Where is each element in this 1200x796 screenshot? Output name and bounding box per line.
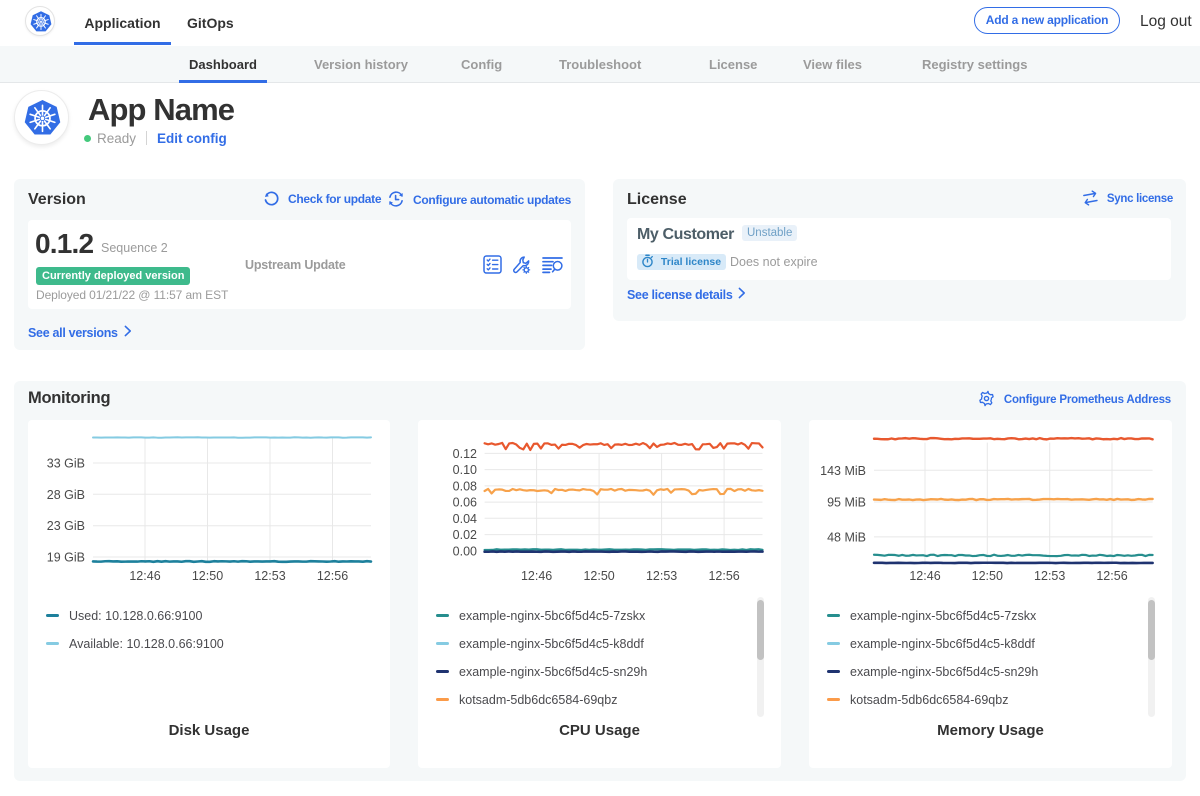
svg-text:143 MiB: 143 MiB bbox=[820, 464, 866, 478]
svg-text:0.06: 0.06 bbox=[453, 496, 477, 510]
svg-text:12:50: 12:50 bbox=[583, 569, 614, 583]
svg-text:12:50: 12:50 bbox=[972, 569, 1003, 583]
svg-text:0.02: 0.02 bbox=[453, 528, 477, 542]
svg-text:12:46: 12:46 bbox=[129, 569, 160, 583]
svg-text:48 MiB: 48 MiB bbox=[827, 530, 866, 544]
svg-text:0.00: 0.00 bbox=[453, 544, 477, 558]
svg-text:12:53: 12:53 bbox=[646, 569, 677, 583]
svg-text:12:56: 12:56 bbox=[708, 569, 739, 583]
svg-text:95 MiB: 95 MiB bbox=[827, 496, 866, 510]
svg-text:19 GiB: 19 GiB bbox=[47, 551, 85, 565]
svg-text:28 GiB: 28 GiB bbox=[47, 488, 85, 502]
svg-text:12:46: 12:46 bbox=[521, 569, 552, 583]
svg-text:12:56: 12:56 bbox=[317, 569, 348, 583]
svg-text:12:46: 12:46 bbox=[909, 569, 940, 583]
svg-text:0.04: 0.04 bbox=[453, 512, 477, 526]
svg-text:12:56: 12:56 bbox=[1096, 569, 1127, 583]
svg-text:23 GiB: 23 GiB bbox=[47, 519, 85, 533]
svg-text:0.12: 0.12 bbox=[453, 447, 477, 461]
svg-text:0.10: 0.10 bbox=[453, 463, 477, 477]
svg-text:0.08: 0.08 bbox=[453, 479, 477, 493]
svg-text:12:53: 12:53 bbox=[254, 569, 285, 583]
svg-text:12:53: 12:53 bbox=[1034, 569, 1065, 583]
svg-text:33 GiB: 33 GiB bbox=[47, 457, 85, 471]
svg-text:12:50: 12:50 bbox=[192, 569, 223, 583]
